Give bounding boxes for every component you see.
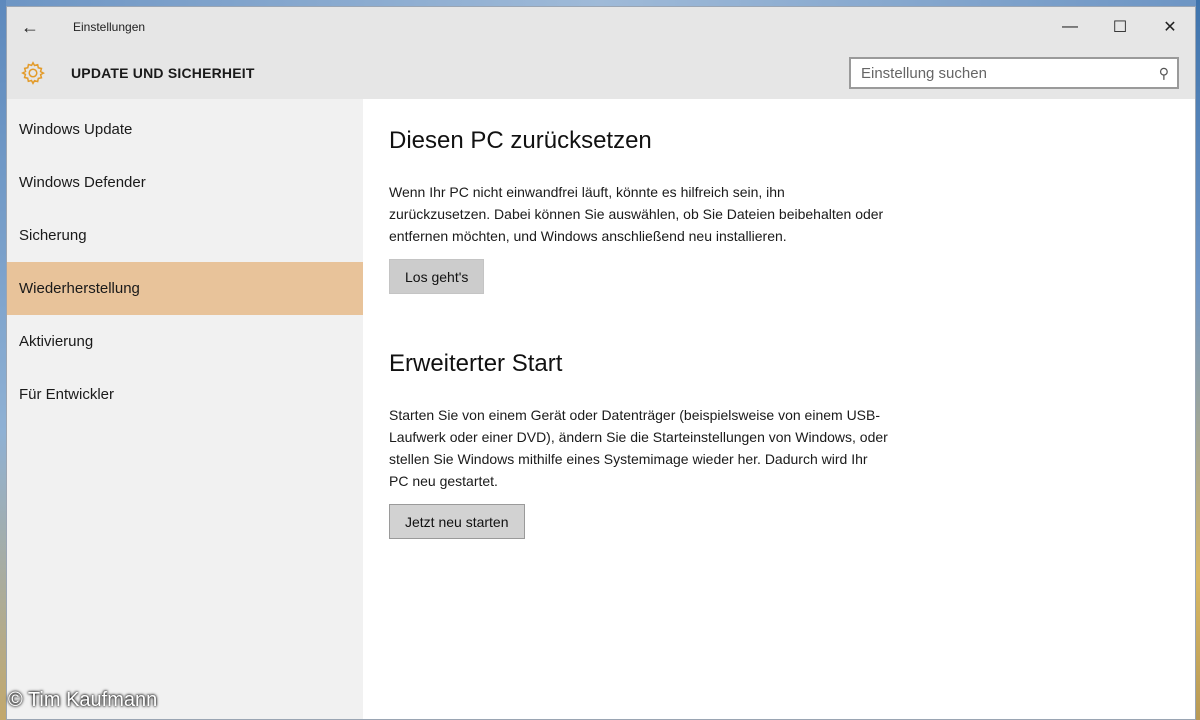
minimize-icon: — — [1062, 18, 1078, 35]
advanced-start-section: Erweiterter Start Starten Sie von einem … — [389, 350, 1195, 539]
close-button[interactable]: ✕ — [1145, 7, 1195, 47]
settings-window: ← Einstellungen — ☐ ✕ UPDATE UND SICHERH… — [6, 6, 1196, 720]
minimize-button[interactable]: — — [1045, 7, 1095, 47]
title-bar: ← Einstellungen — ☐ ✕ — [7, 7, 1195, 47]
reset-description: Wenn Ihr PC nicht einwandfrei läuft, kön… — [389, 184, 884, 244]
sidebar-item-label: Aktivierung — [19, 333, 94, 350]
sidebar: Windows Update Windows Defender Sicherun… — [7, 99, 363, 719]
page-title: UPDATE UND SICHERHEIT — [71, 65, 255, 81]
reset-heading: Diesen PC zurücksetzen — [389, 127, 652, 154]
search-icon[interactable]: ⚲ — [1159, 65, 1169, 82]
gear-icon — [19, 59, 47, 87]
maximize-button[interactable]: ☐ — [1095, 7, 1145, 47]
search-box[interactable]: ⚲ — [849, 57, 1179, 89]
window-controls: — ☐ ✕ — [1045, 7, 1195, 47]
back-arrow-icon: ← — [21, 16, 39, 37]
window-title: Einstellungen — [73, 20, 146, 34]
sidebar-item-label: Windows Update — [19, 121, 133, 138]
restart-now-button[interactable]: Jetzt neu starten — [389, 504, 525, 539]
sidebar-item-label: Wiederherstellung — [19, 280, 140, 297]
reset-start-button[interactable]: Los geht's — [389, 259, 485, 294]
sidebar-item-wiederherstellung[interactable]: Wiederherstellung — [7, 262, 363, 315]
copyright-watermark: © Tim Kaufmann — [8, 689, 158, 711]
page-header: UPDATE UND SICHERHEIT ⚲ — [7, 47, 1195, 99]
main-panel: Diesen PC zurücksetzen Wenn Ihr PC nicht… — [363, 99, 1195, 719]
sidebar-item-fuer-entwickler[interactable]: Für Entwickler — [7, 368, 363, 421]
reset-section: Diesen PC zurücksetzen Wenn Ihr PC nicht… — [389, 127, 1195, 294]
maximize-icon: ☐ — [1112, 19, 1128, 36]
sidebar-item-label: Für Entwickler — [19, 386, 115, 403]
content-area: Windows Update Windows Defender Sicherun… — [7, 99, 1195, 719]
sidebar-item-sicherung[interactable]: Sicherung — [7, 209, 363, 262]
sidebar-item-aktivierung[interactable]: Aktivierung — [7, 315, 363, 368]
back-button[interactable]: ← — [7, 7, 53, 47]
sidebar-item-windows-update[interactable]: Windows Update — [7, 103, 363, 156]
sidebar-item-windows-defender[interactable]: Windows Defender — [7, 156, 363, 209]
desktop-background-right — [1196, 0, 1200, 720]
advanced-start-description: Starten Sie von einem Gerät oder Datentr… — [389, 407, 888, 489]
sidebar-item-label: Sicherung — [19, 227, 87, 244]
close-icon: ✕ — [1163, 19, 1177, 36]
sidebar-item-label: Windows Defender — [19, 174, 146, 191]
search-input[interactable] — [861, 64, 1141, 82]
advanced-start-heading: Erweiterter Start — [389, 350, 563, 377]
